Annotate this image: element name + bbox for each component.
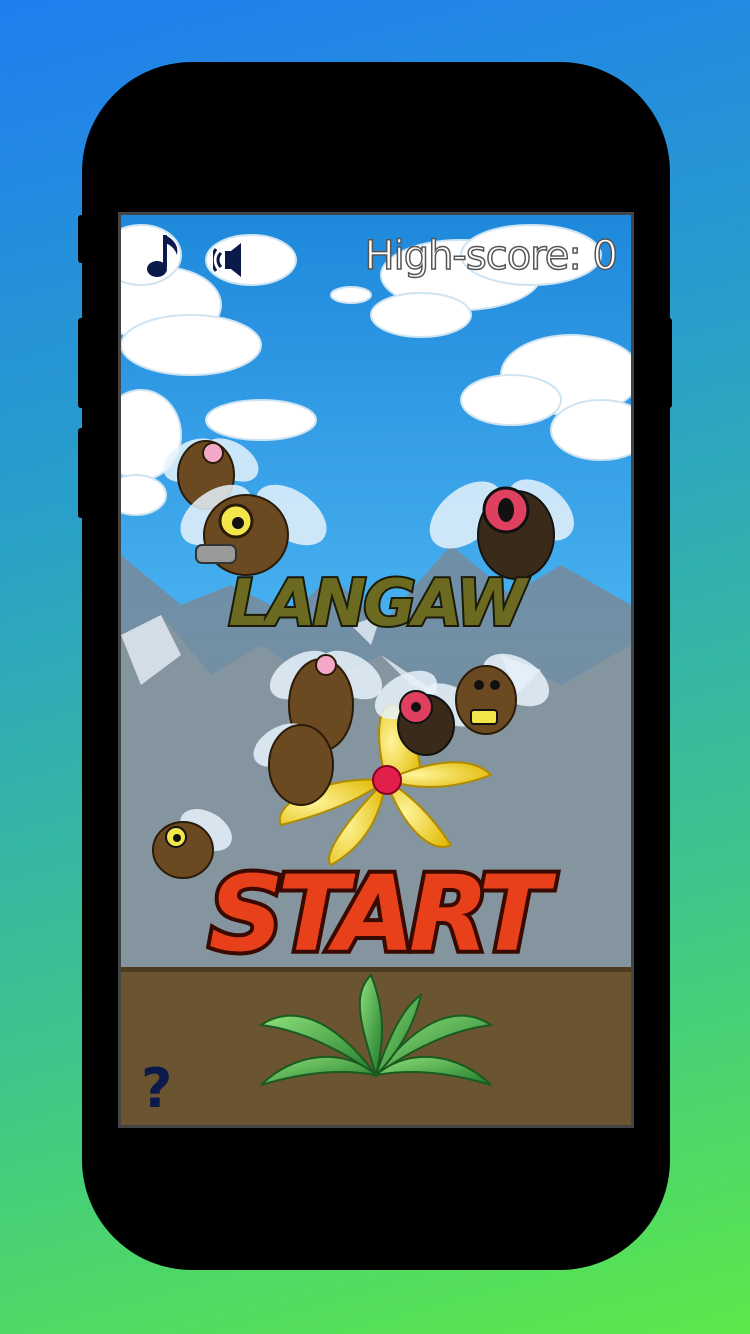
music-note-icon[interactable] bbox=[143, 231, 183, 281]
phone-volume-down bbox=[78, 428, 86, 518]
high-score-label: High-score: 0 bbox=[364, 232, 619, 280]
game-screen: LANGAW START High-score: 0 ? bbox=[118, 212, 634, 1128]
game-background: LANGAW START bbox=[121, 215, 631, 1125]
start-button[interactable]: START bbox=[205, 849, 567, 979]
phone-mute-switch bbox=[78, 215, 86, 263]
phone-volume-up bbox=[78, 318, 86, 408]
start-button-label[interactable]: START bbox=[205, 849, 567, 979]
speaker-icon[interactable] bbox=[213, 239, 255, 281]
phone-power-button bbox=[664, 318, 672, 408]
title-logo: LANGAW bbox=[228, 567, 529, 641]
help-button[interactable]: ? bbox=[141, 1057, 172, 1120]
